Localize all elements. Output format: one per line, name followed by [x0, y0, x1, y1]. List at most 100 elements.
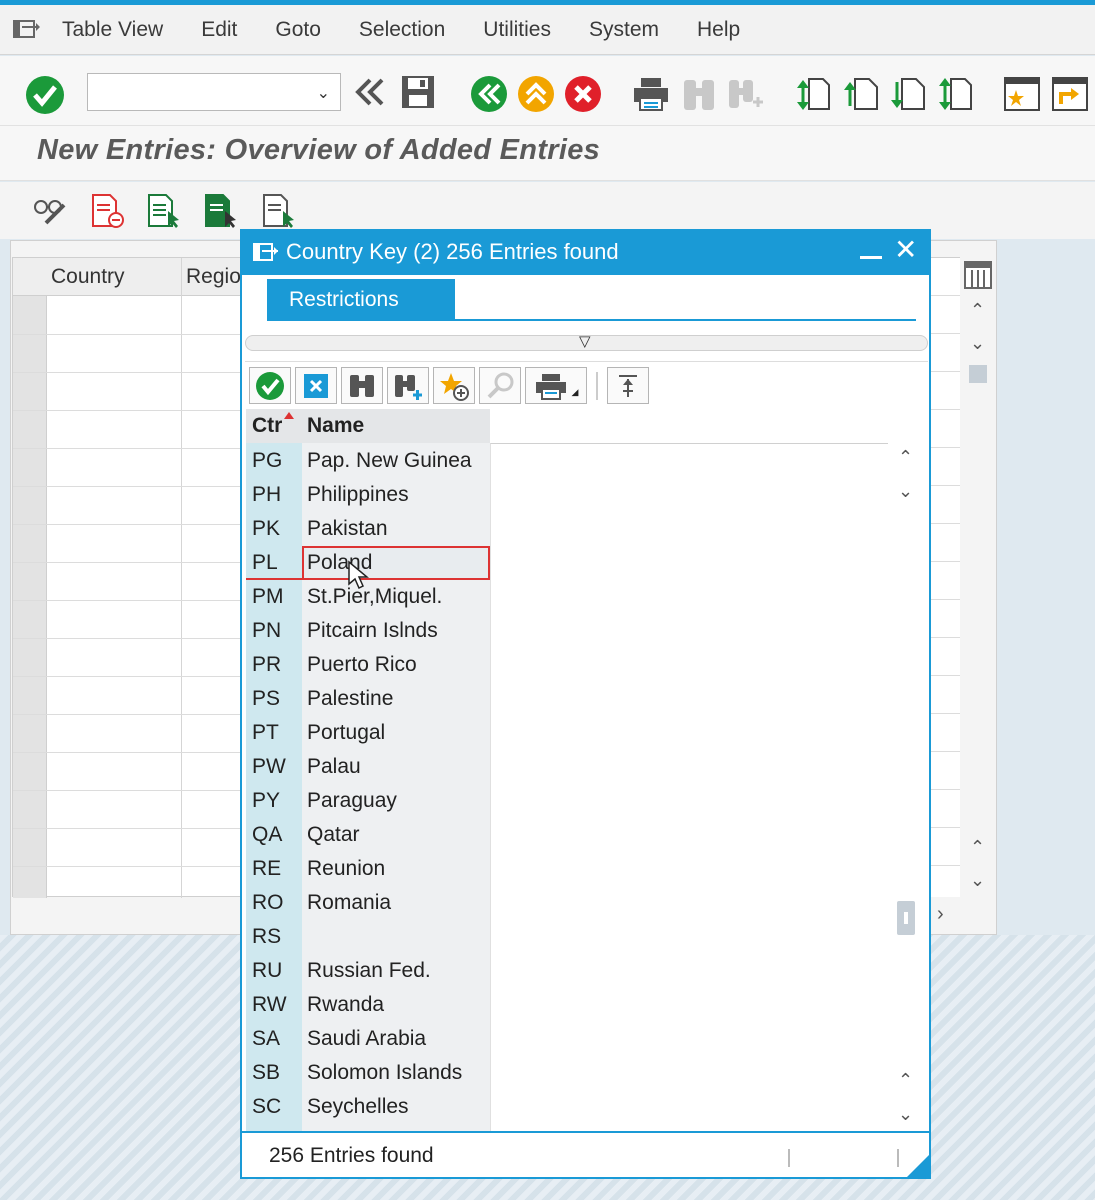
list-item[interactable]: RU Russian Fed. — [246, 954, 490, 988]
add-favorite-button[interactable] — [433, 367, 475, 404]
select-all-icon[interactable] — [146, 193, 182, 234]
find-next-icon[interactable] — [727, 76, 763, 117]
delete-entry-icon[interactable] — [90, 193, 126, 234]
command-field[interactable]: ⌄ — [87, 73, 341, 111]
find-icon[interactable] — [682, 76, 716, 117]
list-item[interactable]: PS Palestine — [246, 682, 490, 716]
table-row — [13, 828, 263, 829]
scroll-thumb[interactable] — [897, 901, 915, 935]
tab-restrictions[interactable]: Restrictions — [267, 279, 455, 319]
menu-selection[interactable]: Selection — [359, 18, 445, 42]
save-icon[interactable] — [400, 74, 436, 115]
create-session-icon[interactable] — [1003, 76, 1043, 117]
last-page-icon[interactable] — [937, 76, 973, 117]
chevron-down-icon[interactable]: ⌄ — [970, 333, 985, 354]
select-block-icon[interactable] — [203, 193, 239, 234]
list-item[interactable]: PT Portugal — [246, 716, 490, 750]
close-icon[interactable]: ✕ — [894, 235, 917, 265]
tab-underline — [267, 319, 916, 321]
scroll-thumb[interactable] — [969, 365, 987, 383]
list-item[interactable]: RS — [246, 920, 490, 954]
list-item[interactable]: PR Puerto Rico — [246, 648, 490, 682]
technical-info-button[interactable] — [479, 367, 521, 404]
dropdown-triangle-icon[interactable]: ◢ — [572, 387, 579, 398]
list-item[interactable]: RE Reunion — [246, 852, 490, 886]
chevron-down-icon[interactable]: ⌄ — [898, 481, 913, 502]
deselect-all-icon[interactable] — [261, 193, 297, 234]
enter-check-icon[interactable] — [25, 75, 65, 120]
chevron-up-icon[interactable]: ⌃ — [898, 1070, 913, 1091]
previous-page-icon[interactable] — [843, 76, 879, 117]
chevron-down-icon[interactable]: ⌄ — [317, 83, 330, 103]
column-header-country[interactable]: Country — [51, 265, 125, 289]
list-vertical-scrollbar[interactable]: ⌃ ⌄ ⌃ ⌄ — [888, 441, 925, 1129]
entries-table: Country Regio — [12, 257, 263, 898]
print-icon[interactable] — [632, 76, 670, 117]
generate-shortcut-icon[interactable] — [1051, 76, 1091, 117]
chevron-up-icon[interactable]: ⌃ — [970, 300, 985, 321]
table-row — [928, 409, 960, 410]
dialog-toolbar: ◢ — [245, 361, 928, 409]
table-row — [13, 866, 263, 867]
list-item[interactable]: SA Saudi Arabia — [246, 1022, 490, 1056]
table-vertical-scrollbar[interactable]: ⌃ ⌄ ⌃ ⌄ — [961, 257, 995, 897]
find-next-button[interactable] — [387, 367, 429, 404]
list-item[interactable]: PW Palau — [246, 750, 490, 784]
list-item[interactable]: SB Solomon Islands — [246, 1056, 490, 1090]
next-page-icon[interactable] — [890, 76, 926, 117]
back-icon[interactable] — [470, 75, 508, 118]
menu-utilities[interactable]: Utilities — [483, 18, 551, 42]
menu-table-view[interactable]: Table View — [62, 18, 163, 42]
list-item[interactable]: RW Rwanda — [246, 988, 490, 1022]
table-row — [13, 410, 263, 411]
sort-button[interactable] — [607, 367, 649, 404]
confirm-button[interactable] — [249, 367, 291, 404]
exit-icon[interactable] — [517, 75, 555, 118]
table-row — [928, 447, 960, 448]
chevron-right-icon[interactable]: › — [937, 903, 944, 926]
star-add-icon — [440, 372, 469, 401]
list-item[interactable]: PH Philippines — [246, 478, 490, 512]
row-selector-column[interactable] — [13, 258, 47, 898]
resize-grip-icon[interactable] — [907, 1155, 929, 1177]
country-code: PY — [252, 789, 281, 812]
column-header-name[interactable]: Name — [307, 414, 364, 438]
menu-help[interactable]: Help — [697, 18, 740, 42]
find-button[interactable] — [341, 367, 383, 404]
list-item[interactable]: PN Pitcairn Islnds — [246, 614, 490, 648]
table-row — [928, 713, 960, 714]
column-header-region[interactable]: Regio — [186, 265, 241, 289]
country-code: PS — [252, 687, 281, 710]
list-item[interactable]: PK Pakistan — [246, 512, 490, 546]
chevron-up-icon[interactable]: ⌃ — [898, 447, 913, 468]
cancel-icon[interactable] — [564, 75, 602, 118]
menu-system[interactable]: System — [589, 18, 659, 42]
list-item[interactable]: PG Pap. New Guinea — [246, 444, 490, 478]
cancel-button[interactable] — [295, 367, 337, 404]
column-header-ctr[interactable]: Ctr — [252, 414, 282, 438]
chevron-down-icon[interactable]: ⌄ — [970, 870, 985, 891]
expand-triangle-icon[interactable]: ▽ — [579, 332, 591, 350]
list-item-selected[interactable]: PL Poland — [246, 546, 490, 590]
dialog-menu-icon[interactable] — [252, 242, 280, 269]
list-item[interactable]: RO Romania — [246, 886, 490, 920]
restrictions-splitter[interactable]: ▽ — [245, 332, 928, 351]
menu-goto[interactable]: Goto — [275, 18, 321, 42]
first-page-icon[interactable] — [795, 76, 831, 117]
display-change-icon[interactable] — [32, 193, 68, 234]
chevron-up-icon[interactable]: ⌃ — [970, 837, 985, 858]
list-item[interactable]: QA Qatar — [246, 818, 490, 852]
country-name: Palau — [307, 755, 361, 778]
menu-icon[interactable] — [12, 18, 42, 42]
double-chevron-left-icon[interactable] — [354, 76, 386, 113]
chevron-down-icon[interactable]: ⌄ — [898, 1104, 913, 1125]
table-row — [928, 485, 960, 486]
menu-edit[interactable]: Edit — [201, 18, 237, 42]
minimize-icon[interactable] — [860, 256, 882, 259]
print-button[interactable]: ◢ — [525, 367, 587, 404]
list-item[interactable]: SC Seychelles — [246, 1090, 490, 1124]
list-item[interactable]: PM St.Pier,Miquel. — [246, 580, 490, 614]
table-row — [928, 599, 960, 600]
list-item[interactable]: PY Paraguay — [246, 784, 490, 818]
column-settings-icon[interactable] — [963, 260, 993, 295]
